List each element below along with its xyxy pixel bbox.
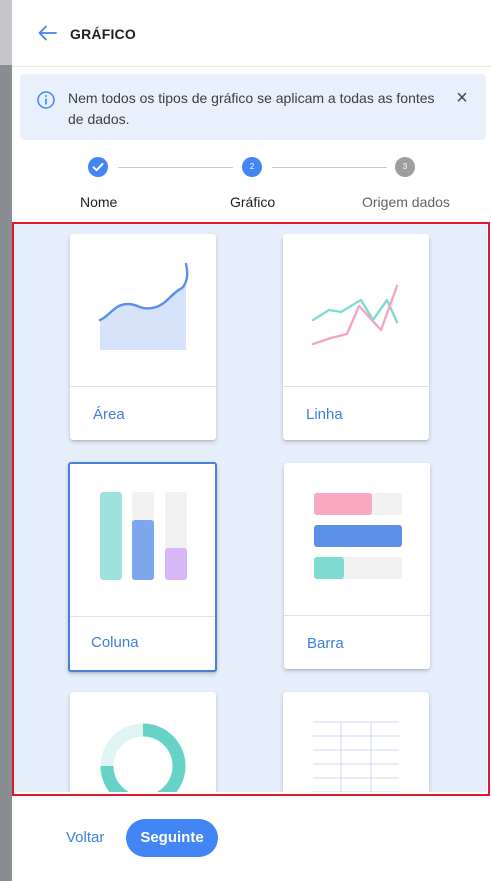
close-icon[interactable]: × [452,88,472,108]
chart-type-label: Linha [306,406,343,423]
chart-type-card-table[interactable] [283,692,429,792]
chart-type-label: Área [93,406,125,423]
line-chart-icon [283,234,429,387]
info-message: Nem todos os tipos de gráfico se aplicam… [68,90,435,127]
back-arrow-icon[interactable] [36,22,58,44]
donut-chart-icon [70,692,216,792]
chart-type-card-bar[interactable]: Barra [284,463,430,669]
next-button[interactable]: Seguinte [126,819,218,857]
side-panel-edge [0,0,12,881]
chart-type-card-column[interactable]: Coluna [68,462,217,672]
step-1-check-icon [88,157,108,177]
header: GRÁFICO [12,0,491,67]
chart-type-grid[interactable]: Área Linha Coluna Barra [14,224,487,792]
step-2-number: 2 [242,157,262,177]
area-chart-icon [70,234,216,387]
back-button[interactable]: Voltar [66,829,104,846]
step-3-number: 3 [395,157,415,177]
page-title: GRÁFICO [70,26,136,42]
chart-type-card-area[interactable]: Área [70,234,216,440]
bar-chart-icon [284,463,430,616]
step-connector [272,167,387,168]
step-connector [118,167,233,168]
step-label-grafico: Gráfico [230,194,276,210]
chart-type-label: Coluna [91,634,139,651]
chart-type-card-line[interactable]: Linha [283,234,429,440]
table-icon [283,692,429,792]
info-banner: Nem todos os tipos de gráfico se aplicam… [20,74,486,140]
stepper: 2 3 Nome Gráfico Origem dados [12,154,491,214]
step-label-nome: Nome [80,194,118,210]
column-chart-icon [70,464,215,617]
info-icon [37,91,55,109]
step-label-origem-dados: Origem dados [362,194,450,210]
chart-type-card-donut[interactable] [70,692,216,792]
chart-type-label: Barra [307,635,344,652]
side-panel-edge-light [0,0,12,65]
footer: Voltar Seguinte [12,800,491,881]
